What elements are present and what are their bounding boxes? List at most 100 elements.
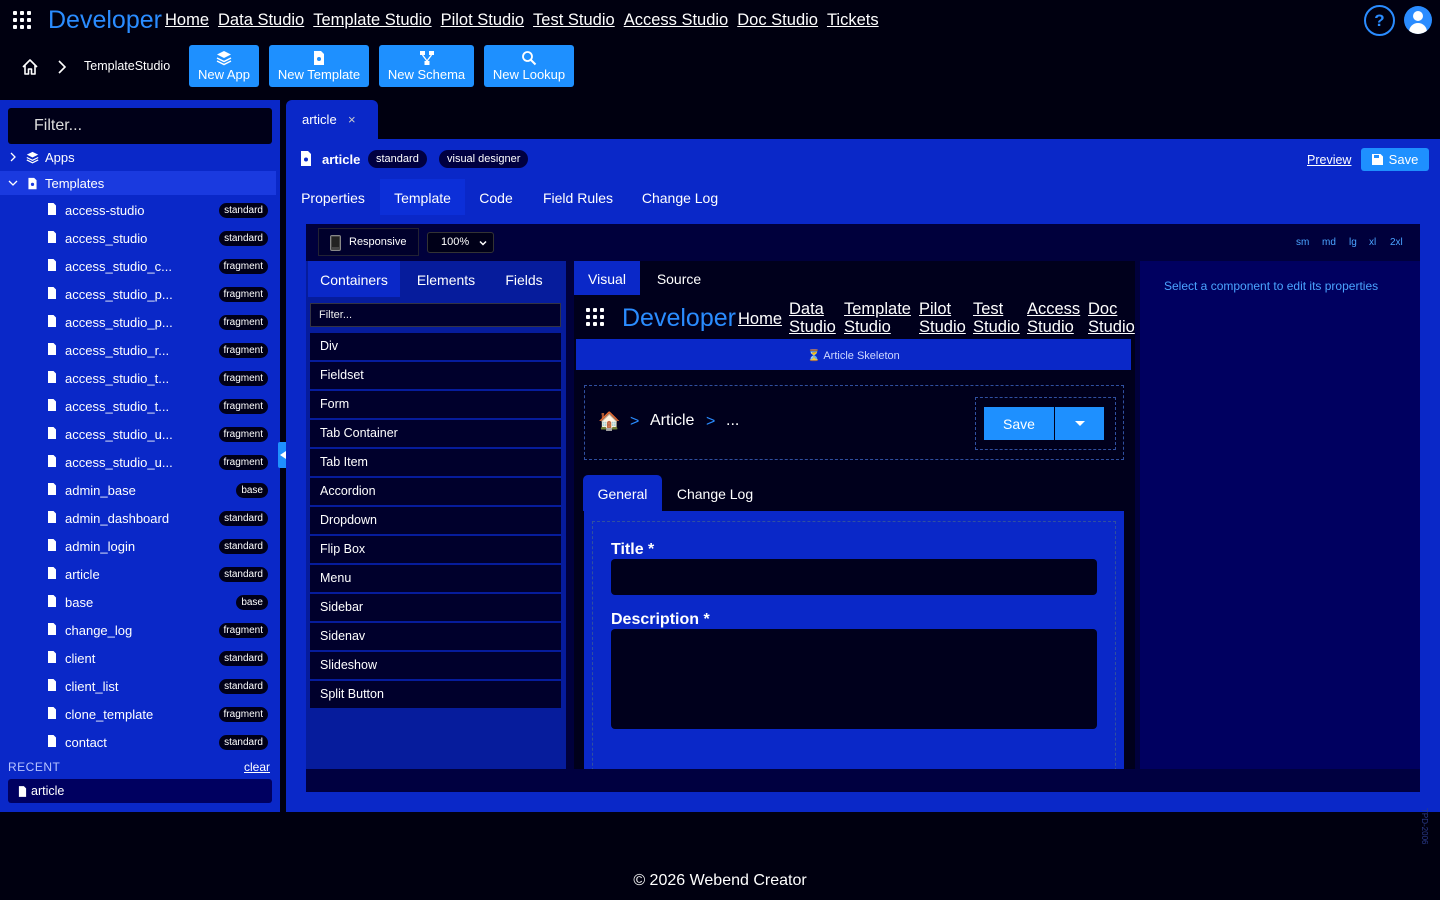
component-item[interactable]: Accordion (310, 478, 561, 505)
help-button[interactable]: ? (1364, 5, 1395, 36)
component-item[interactable]: Fieldset (310, 362, 561, 389)
preview-nav-link[interactable]: Data Studio (789, 300, 836, 336)
component-item[interactable]: Dropdown (310, 507, 561, 534)
nav-link-pilot-studio[interactable]: Pilot Studio (441, 11, 524, 30)
preview-nav-link[interactable]: Access Studio (1027, 300, 1080, 336)
save-button[interactable]: Save (1361, 148, 1429, 171)
template-list-item[interactable]: access_studio_p... fragment (0, 280, 276, 308)
file-icon (48, 595, 56, 607)
tab-change-log[interactable]: Change Log (634, 179, 726, 215)
template-list-item[interactable]: access_studio_p... fragment (0, 308, 276, 336)
sidebar-filter-input[interactable] (8, 108, 272, 144)
preview-nav-link[interactable]: Test Studio (973, 300, 1020, 336)
new-template-button[interactable]: New Template (269, 45, 369, 87)
preview-nav-link[interactable]: Template Studio (844, 300, 911, 336)
nav-link-doc-studio[interactable]: Doc Studio (737, 11, 818, 30)
nav-link-data-studio[interactable]: Data Studio (218, 11, 304, 30)
brand-logo[interactable]: Developer (48, 6, 162, 35)
tab-source[interactable]: Source (644, 261, 714, 295)
component-item[interactable]: Sidebar (310, 594, 561, 621)
nav-link-home[interactable]: Home (165, 11, 209, 30)
template-list-item[interactable]: contact standard (0, 728, 276, 756)
recent-item[interactable]: article (8, 779, 272, 803)
tab-fields[interactable]: Fields (492, 261, 556, 297)
component-item[interactable]: Split Button (310, 681, 561, 708)
user-avatar-icon[interactable] (1404, 6, 1432, 34)
chevron-down-icon[interactable] (8, 178, 18, 188)
component-item[interactable]: Sidenav (310, 623, 561, 650)
apps-grid-icon[interactable] (13, 11, 31, 29)
chevron-right-icon[interactable] (8, 152, 18, 162)
breakpoint-2xl[interactable]: 2xl (1390, 237, 1403, 248)
tree-node-apps[interactable]: Apps (0, 145, 276, 169)
tab-general[interactable]: General (583, 475, 662, 511)
template-list-item[interactable]: access_studio_r... fragment (0, 336, 276, 364)
breakpoint-lg[interactable]: lg (1349, 237, 1357, 248)
preview-nav-link[interactable]: Doc Studio (1088, 300, 1135, 336)
template-list-item[interactable]: client_list standard (0, 672, 276, 700)
template-list-item[interactable]: access_studio standard (0, 224, 276, 252)
close-icon[interactable]: × (348, 112, 356, 127)
component-item[interactable]: Tab Item (310, 449, 561, 476)
template-list-item[interactable]: admin_dashboard standard (0, 504, 276, 532)
tab-change-log[interactable]: Change Log (666, 475, 764, 511)
nav-link-access-studio[interactable]: Access Studio (624, 11, 729, 30)
description-textarea[interactable] (611, 629, 1097, 729)
template-list-item[interactable]: admin_login standard (0, 532, 276, 560)
component-item[interactable]: Div (310, 333, 561, 360)
template-list-item[interactable]: access_studio_t... fragment (0, 364, 276, 392)
breadcrumb-article[interactable]: Article (650, 412, 694, 430)
template-list-item[interactable]: access_studio_c... fragment (0, 252, 276, 280)
new-app-button[interactable]: New App (189, 45, 259, 87)
new-schema-button[interactable]: New Schema (379, 45, 474, 87)
breakpoint-sm[interactable]: sm (1296, 237, 1309, 248)
preview-save-button[interactable]: Save (984, 407, 1054, 440)
home-icon[interactable]: 🏠 (598, 411, 620, 432)
split-dropdown-caret-icon[interactable] (1055, 407, 1104, 440)
template-list-item[interactable]: client standard (0, 644, 276, 672)
template-list-item[interactable]: change_log fragment (0, 616, 276, 644)
nav-link-test-studio[interactable]: Test Studio (533, 11, 615, 30)
tab-properties[interactable]: Properties (294, 179, 372, 215)
component-item[interactable]: Tab Container (310, 420, 561, 447)
responsive-toggle[interactable]: Responsive (318, 228, 419, 256)
template-name: admin_login (65, 539, 136, 554)
template-list-item[interactable]: access_studio_u... fragment (0, 448, 276, 476)
palette-filter-input[interactable]: Filter... (310, 303, 561, 327)
preview-nav-link[interactable]: Pilot Studio (919, 300, 966, 336)
tab-code[interactable]: Code (470, 179, 522, 215)
preview-link[interactable]: Preview (1307, 153, 1351, 167)
breakpoint-xl[interactable]: xl (1369, 237, 1376, 248)
component-item[interactable]: Flip Box (310, 536, 561, 563)
tab-elements[interactable]: Elements (402, 261, 490, 297)
preview-brand[interactable]: Developer (622, 304, 736, 333)
tab-containers[interactable]: Containers (308, 261, 400, 297)
template-list-item[interactable]: access-studio standard (0, 196, 276, 224)
preview-nav-link[interactable]: Home (738, 310, 782, 328)
template-list-item[interactable]: access_studio_t... fragment (0, 392, 276, 420)
document-tab[interactable]: article × (286, 100, 378, 140)
nav-link-template-studio[interactable]: Template Studio (313, 11, 431, 30)
title-input[interactable] (611, 559, 1097, 595)
breakpoint-md[interactable]: md (1322, 237, 1336, 248)
tree-node-templates[interactable]: Templates (0, 171, 276, 195)
component-item[interactable]: Menu (310, 565, 561, 592)
component-item[interactable]: Form (310, 391, 561, 418)
template-list-item[interactable]: access_studio_u... fragment (0, 420, 276, 448)
home-icon[interactable] (21, 58, 39, 76)
tab-template[interactable]: Template (380, 179, 465, 215)
template-list-item[interactable]: clone_template fragment (0, 700, 276, 728)
nav-link-tickets[interactable]: Tickets (827, 11, 879, 30)
tab-visual[interactable]: Visual (574, 261, 640, 295)
component-item[interactable]: Slideshow (310, 652, 561, 679)
new-lookup-button[interactable]: New Lookup (484, 45, 574, 87)
template-name: client_list (65, 679, 119, 694)
recent-clear-link[interactable]: clear (244, 760, 270, 774)
top-nav: Developer Home Data Studio Template Stud… (0, 0, 1440, 42)
template-list-item[interactable]: article standard (0, 560, 276, 588)
apps-grid-icon[interactable] (586, 308, 604, 326)
zoom-select[interactable]: 100% (427, 232, 494, 253)
tab-field-rules[interactable]: Field Rules (536, 179, 620, 215)
template-list-item[interactable]: base base (0, 588, 276, 616)
template-list-item[interactable]: admin_base base (0, 476, 276, 504)
